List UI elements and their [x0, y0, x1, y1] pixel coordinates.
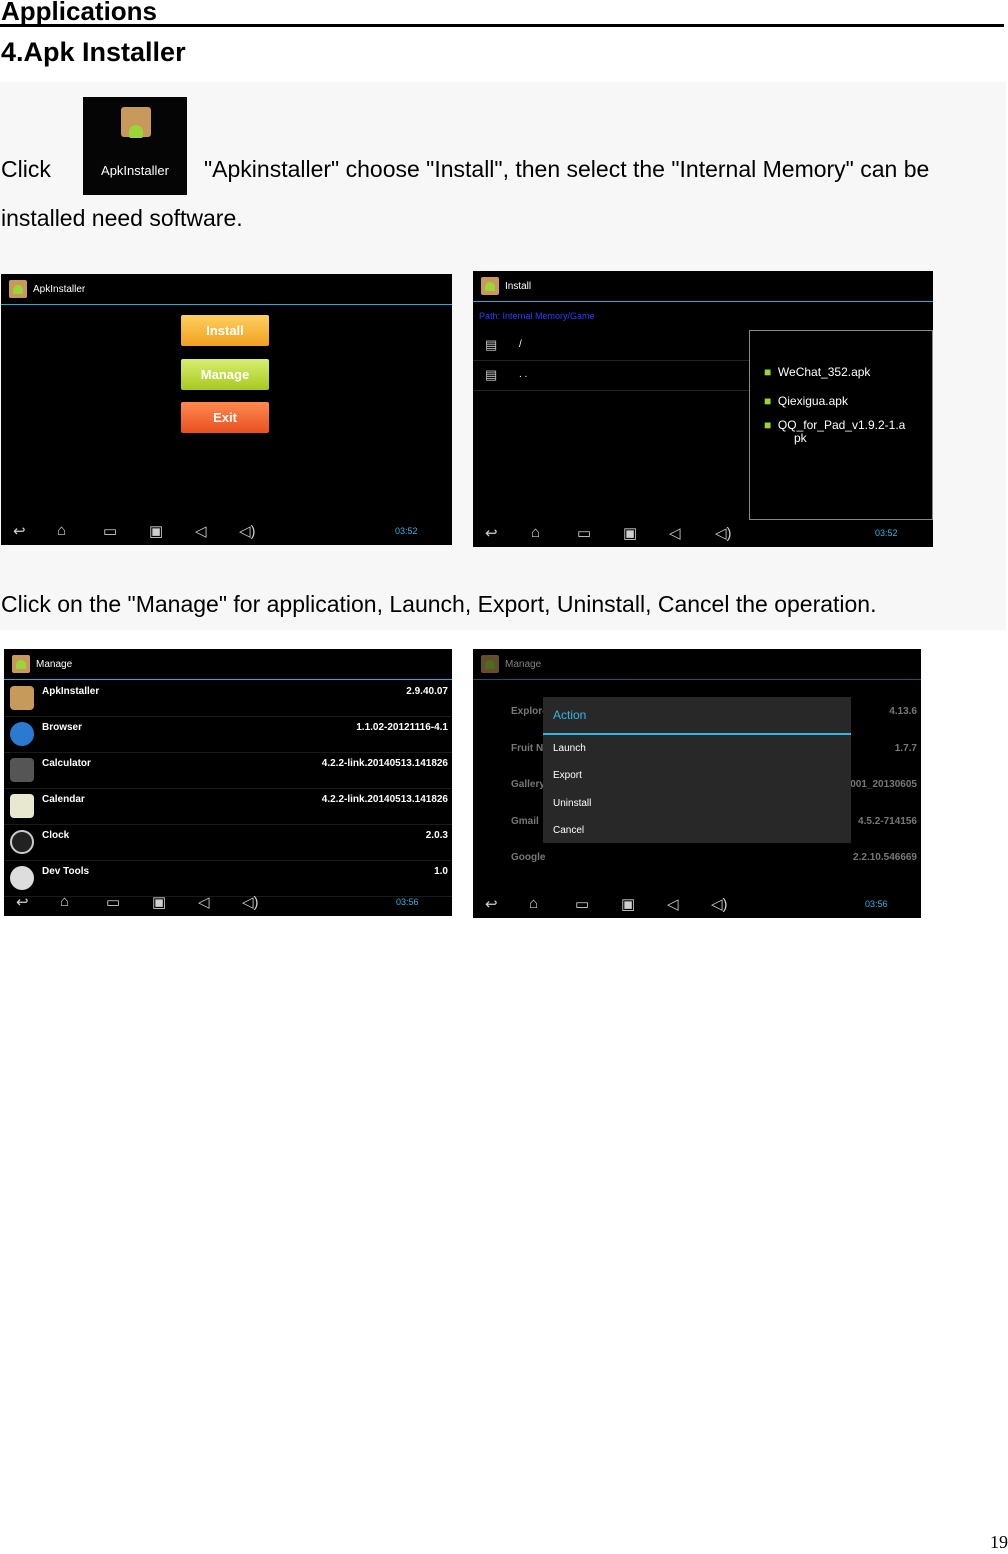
- apk-icon: ■: [764, 365, 772, 379]
- app-row[interactable]: Calculator 4.2.2-link.20140513.141826: [4, 752, 452, 789]
- app-row[interactable]: Calendar 4.2.2-link.20140513.141826: [4, 788, 452, 825]
- volume-up-icon[interactable]: ◁): [242, 893, 259, 911]
- clock: 03:52: [395, 526, 418, 536]
- screenshot-manage-list: Manage ApkInstaller 2.9.40.07 Browser 1.1.…: [4, 649, 452, 916]
- clock: 03:52: [875, 528, 898, 538]
- clock: 03:56: [865, 899, 888, 909]
- apkinstaller-icon: [10, 686, 34, 710]
- dir-row[interactable]: ▤ /: [473, 331, 749, 361]
- back-icon[interactable]: ↩: [485, 524, 498, 542]
- screenshot-action-dialog: Manage Explore 4.13.6 Fruit N 1.7.7 Galler…: [473, 649, 921, 918]
- para1-before: Click: [1, 156, 51, 182]
- app-icon-label: ApkInstaller: [101, 163, 169, 178]
- screenshot-apkinstaller-menu: ApkInstaller Install Manage Exit ↩ ⌂ ▭ ▣…: [1, 274, 452, 545]
- app-icon: [12, 655, 30, 673]
- app-icon: [481, 655, 499, 673]
- screenshot-icon[interactable]: ▣: [621, 895, 635, 913]
- screenshot-icon[interactable]: ▣: [623, 524, 637, 542]
- folder-icon: ▤: [485, 337, 498, 352]
- dir-name: . .: [519, 369, 528, 380]
- para1-cont: installed need software.: [1, 205, 243, 231]
- file-item-wrap: pk: [794, 431, 807, 445]
- volume-down-icon[interactable]: ◁: [195, 522, 207, 540]
- title-text: ApkInstaller: [33, 284, 86, 295]
- path-label: Path: Internal Memory/Game: [479, 311, 595, 321]
- section-header: Applications: [0, 0, 1004, 27]
- browser-icon: [10, 722, 34, 746]
- back-icon[interactable]: ↩: [485, 895, 498, 913]
- system-nav-bar: ↩ ⌂ ▭ ▣ ◁ ◁) 03:52: [1, 517, 452, 545]
- volume-up-icon[interactable]: ◁): [711, 895, 728, 913]
- launch-option[interactable]: Launch: [553, 743, 586, 754]
- home-icon[interactable]: ⌂: [60, 893, 69, 910]
- system-nav-bar: ↩ ⌂ ▭ ▣ ◁ ◁) 03:56: [473, 890, 921, 918]
- folder-icon: ▤: [485, 367, 498, 382]
- screenshot-icon[interactable]: ▣: [149, 522, 163, 540]
- uninstall-option[interactable]: Uninstall: [553, 798, 591, 809]
- screenshot-icon[interactable]: ▣: [152, 893, 166, 911]
- system-nav-bar: ↩ ⌂ ▭ ▣ ◁ ◁) 03:56: [4, 888, 452, 916]
- home-icon[interactable]: ⌂: [57, 522, 66, 539]
- app-row[interactable]: Clock 2.0.3: [4, 824, 452, 861]
- clock-icon: [10, 830, 34, 854]
- section-header-text: Applications: [1, 0, 158, 26]
- title-text: Manage: [505, 659, 542, 670]
- volume-down-icon[interactable]: ◁: [669, 524, 681, 542]
- app-row[interactable]: Browser 1.1.02-20121116-4.1: [4, 716, 452, 753]
- file-item[interactable]: ■ WeChat_352.apk: [764, 365, 870, 379]
- dir-row[interactable]: ▤ . .: [473, 361, 749, 391]
- file-popup: ■ WeChat_352.apk ■ Qiexigua.apk ■ QQ_for…: [749, 330, 933, 520]
- title-text: Manage: [36, 659, 73, 670]
- file-item[interactable]: ■ QQ_for_Pad_v1.9.2-1.a: [764, 418, 905, 432]
- recents-icon[interactable]: ▭: [106, 893, 120, 911]
- screenshot-install-browser: Install Path: Internal Memory/Game ▤ / ▤.…: [473, 271, 933, 547]
- page-title: 4.Apk Installer: [1, 37, 186, 67]
- title-bar: Manage: [473, 649, 921, 680]
- page-number: 19: [990, 1532, 1008, 1552]
- calculator-icon: [10, 758, 34, 782]
- dir-name: /: [519, 339, 522, 350]
- volume-down-icon[interactable]: ◁: [198, 893, 210, 911]
- para1-after: "Apkinstaller" choose "Install", then se…: [204, 156, 930, 182]
- recents-icon[interactable]: ▭: [103, 522, 117, 540]
- recents-icon[interactable]: ▭: [575, 895, 589, 913]
- calendar-icon: [10, 794, 34, 818]
- exit-button[interactable]: Exit: [181, 402, 269, 433]
- title-text: Install: [505, 281, 532, 292]
- cancel-option[interactable]: Cancel: [553, 825, 584, 836]
- title-bar: Manage: [4, 649, 452, 680]
- clock: 03:56: [396, 897, 419, 907]
- para2: Click on the "Manage" for application, L…: [1, 591, 877, 617]
- system-nav-bar: ↩ ⌂ ▭ ▣ ◁ ◁) 03:52: [473, 519, 933, 547]
- dialog-title: Action: [553, 708, 587, 722]
- volume-up-icon[interactable]: ◁): [715, 524, 732, 542]
- gear-icon: [10, 866, 34, 890]
- app-icon: [481, 277, 499, 295]
- back-icon[interactable]: ↩: [13, 522, 26, 540]
- install-button[interactable]: Install: [181, 315, 269, 346]
- file-item[interactable]: ■ Qiexigua.apk: [764, 394, 848, 408]
- manage-button[interactable]: Manage: [181, 359, 269, 390]
- apkinstaller-app-icon: ApkInstaller: [83, 97, 187, 195]
- home-icon[interactable]: ⌂: [529, 895, 538, 912]
- export-option[interactable]: Export: [553, 770, 582, 781]
- volume-down-icon[interactable]: ◁: [667, 895, 679, 913]
- volume-up-icon[interactable]: ◁): [239, 522, 256, 540]
- app-icon: [9, 280, 27, 298]
- action-dialog: Action Launch Export Uninstall Cancel: [543, 697, 851, 843]
- android-icon: [129, 125, 143, 138]
- title-bar: ApkInstaller: [1, 274, 452, 305]
- title-bar: Install: [473, 271, 933, 302]
- apk-icon: ■: [764, 418, 772, 432]
- apk-icon: ■: [764, 394, 772, 408]
- recents-icon[interactable]: ▭: [577, 524, 591, 542]
- back-icon[interactable]: ↩: [16, 893, 29, 911]
- app-row[interactable]: ApkInstaller 2.9.40.07: [4, 680, 452, 717]
- home-icon[interactable]: ⌂: [531, 524, 540, 541]
